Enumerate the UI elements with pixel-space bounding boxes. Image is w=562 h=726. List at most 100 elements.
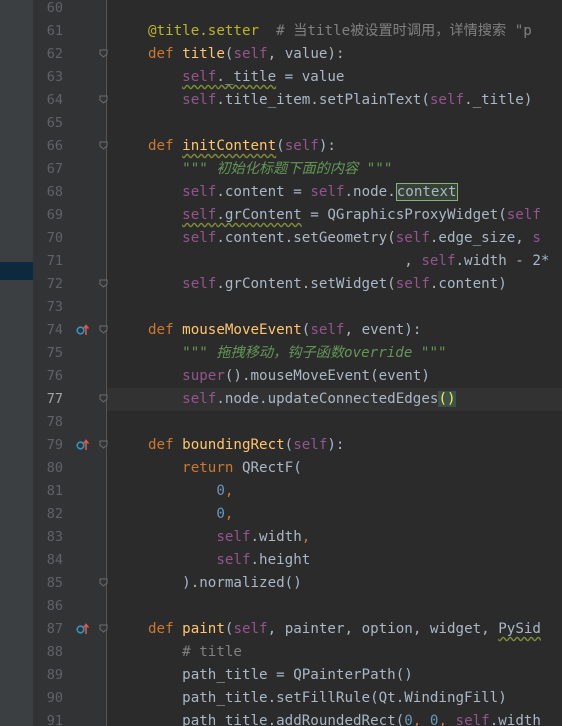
code-line[interactable]: def title(self, value): <box>148 44 344 67</box>
code-token: # 当title被设置时调用，详情搜索 "p <box>259 23 532 39</box>
line-number: 62 <box>46 46 63 62</box>
code-line[interactable]: def paint(self, painter, option, widget,… <box>148 619 541 642</box>
code-line[interactable]: path_title.addRoundedRect(0, 0, self.wid… <box>148 711 541 726</box>
code-line[interactable]: # title <box>148 642 242 665</box>
fold-marker-icon[interactable] <box>99 440 108 449</box>
code-token: self <box>429 92 465 108</box>
line-number: 70 <box>46 230 63 246</box>
code-line[interactable]: self.title_item.setPlainText(self._title… <box>148 90 532 113</box>
line-number: 69 <box>46 207 63 223</box>
fold-marker-icon[interactable] <box>99 624 108 633</box>
code-token: .width <box>489 713 541 726</box>
code-token: self <box>182 230 217 246</box>
code-token: .node. <box>344 184 396 200</box>
code-token: ).normalized() <box>148 575 302 591</box>
code-token: , <box>148 253 422 269</box>
code-line[interactable]: self.height <box>148 550 310 573</box>
code-token: mouseMoveEvent <box>182 322 302 338</box>
code-token: .grContent.setWidget( <box>216 276 396 292</box>
fold-marker-icon[interactable] <box>99 141 108 150</box>
code-line[interactable]: ).normalized() <box>148 573 302 596</box>
selected-tree-item[interactable] <box>0 262 33 280</box>
code-token: .content = <box>216 184 311 200</box>
code-token: self <box>182 391 217 407</box>
code-line[interactable]: self.node.updateConnectedEdges() <box>148 389 456 412</box>
code-token: ().mouseMoveEvent(event) <box>224 368 430 384</box>
line-number: 63 <box>46 69 63 85</box>
code-token: self <box>233 621 268 637</box>
code-token: , value): <box>267 46 345 62</box>
code-line[interactable]: """ 拖拽移动，钩子函数override """ <box>148 343 446 366</box>
line-number: 77 <box>46 391 63 407</box>
code-line[interactable]: @title.setter # 当title被设置时调用，详情搜索 "p <box>148 21 532 44</box>
code-token: self <box>395 230 430 246</box>
code-token: self <box>455 713 490 726</box>
code-token: def <box>148 138 183 154</box>
code-token: """ 初始化标题下面的内容 """ <box>182 161 393 177</box>
code-line[interactable]: super().mouseMoveEvent(event) <box>148 366 430 389</box>
code-token: .edge_size, <box>429 230 533 246</box>
code-token: PySid <box>498 621 541 637</box>
code-token: initContent <box>182 138 277 154</box>
line-number: 60 <box>46 0 63 16</box>
code-token: def <box>148 621 183 637</box>
code-token: .content.setGeometry( <box>216 230 396 246</box>
override-method-icon[interactable] <box>76 622 90 636</box>
line-number: 81 <box>46 483 63 499</box>
code-line[interactable]: path_title = QPainterPath() <box>148 665 413 688</box>
code-token: .grContent <box>216 207 302 223</box>
code-line[interactable]: self._title = value <box>148 67 344 90</box>
fold-marker-icon[interactable] <box>99 325 108 334</box>
code-line[interactable]: 0, <box>148 504 233 527</box>
code-line[interactable]: , self.width - 2* <box>148 251 549 274</box>
code-token: path_title.addRoundedRect( <box>148 713 405 726</box>
code-token: .height <box>250 552 311 568</box>
line-number: 68 <box>46 184 63 200</box>
code-token: , <box>224 483 234 499</box>
fold-marker-icon[interactable] <box>99 279 108 288</box>
code-token: self <box>421 253 456 269</box>
code-token: ): <box>327 437 345 453</box>
code-token: = QGraphicsProxyWidget( <box>301 207 507 223</box>
code-line[interactable]: """ 初始化标题下面的内容 """ <box>148 159 392 182</box>
code-token: paint <box>182 621 225 637</box>
code-editor[interactable]: 60 61 @title.setter # 当title被设置时调用，详情搜索 "p… <box>0 0 562 726</box>
override-method-icon[interactable] <box>76 438 90 452</box>
code-token: super <box>182 368 225 384</box>
code-line[interactable]: self.content = self.node.context <box>148 182 458 205</box>
code-line[interactable]: self.width, <box>148 527 310 550</box>
line-number: 66 <box>46 138 63 154</box>
code-line[interactable]: self.content.setGeometry(self.edge_size,… <box>148 228 541 251</box>
fold-marker-icon[interactable] <box>99 49 108 58</box>
code-line[interactable]: path_title.setFillRule(Qt.WindingFill) <box>148 688 507 711</box>
code-token: .content) <box>429 276 507 292</box>
code-token: @title.setter <box>148 23 260 39</box>
code-line[interactable]: def boundingRect(self): <box>148 435 344 458</box>
code-token: .width <box>250 529 302 545</box>
fold-marker-icon[interactable] <box>99 394 108 403</box>
line-number: 78 <box>46 414 63 430</box>
code-token: self <box>506 207 541 223</box>
code-line[interactable]: self.grContent = QGraphicsProxyWidget(se… <box>148 205 541 228</box>
code-line[interactable]: 0, <box>148 481 233 504</box>
fold-marker-icon[interactable] <box>99 578 108 587</box>
code-line[interactable]: return QRectF( <box>148 458 302 481</box>
code-line[interactable]: def initContent(self): <box>148 136 336 159</box>
code-line[interactable]: def mouseMoveEvent(self, event): <box>148 320 421 343</box>
code-token: self <box>310 184 345 200</box>
code-token: 0 <box>216 483 225 499</box>
code-line[interactable]: self.grContent.setWidget(self.content) <box>148 274 507 297</box>
fold-marker-icon[interactable] <box>99 95 108 104</box>
code-token: self <box>182 276 217 292</box>
line-number: 76 <box>46 368 63 384</box>
code-token: ): <box>318 138 336 154</box>
code-token: self <box>284 138 319 154</box>
override-method-icon[interactable] <box>76 323 90 337</box>
